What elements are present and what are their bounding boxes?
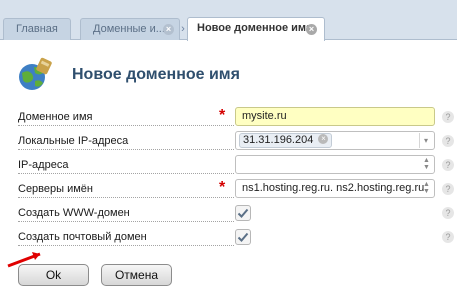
create-www-checkbox[interactable] xyxy=(235,205,251,221)
nameservers-input[interactable]: ns1.hosting.reg.ru. ns2.hosting.reg.ru. … xyxy=(235,179,435,198)
tab-label: Доменные и... xyxy=(93,23,165,35)
check-icon xyxy=(237,232,249,242)
help-icon[interactable]: ? xyxy=(442,231,454,243)
ips-row: IP-адреса ▲ ▼ ? xyxy=(0,154,457,178)
help-icon[interactable]: ? xyxy=(442,159,454,171)
ips-input[interactable]: ▲ ▼ xyxy=(235,155,435,174)
domain-input[interactable]: mysite.ru xyxy=(235,107,435,126)
domain-label: Доменное имя xyxy=(18,110,234,126)
tab-label: Новое доменное имя xyxy=(197,22,313,34)
close-icon[interactable]: × xyxy=(306,24,317,35)
tab-new-domain[interactable]: Новое доменное имя × xyxy=(187,17,325,41)
nameservers-row: Серверы имён * ns1.hosting.reg.ru. ns2.h… xyxy=(0,178,457,202)
tab-bar: Главная Доменные и... × › Новое доменное… xyxy=(0,0,457,41)
chevron-down-icon[interactable]: ▾ xyxy=(419,133,432,148)
domain-row: Доменное имя * mysite.ru ? xyxy=(0,106,457,130)
close-icon[interactable]: × xyxy=(163,24,174,35)
tab-domains[interactable]: Доменные и... × xyxy=(80,18,180,40)
required-marker: * xyxy=(219,179,226,196)
ip-chip-label: 31.31.196.204 xyxy=(243,134,314,146)
check-icon xyxy=(237,208,249,218)
globe-icon xyxy=(19,57,52,90)
resize-icon[interactable]: ▲ ▼ xyxy=(421,181,432,196)
create-www-label: Создать WWW-домен xyxy=(18,206,234,222)
resize-icon[interactable]: ▲ ▼ xyxy=(421,157,432,172)
create-mail-checkbox[interactable] xyxy=(235,229,251,245)
create-www-row: Создать WWW-домен ? xyxy=(0,202,457,226)
ip-chip: 31.31.196.204 × xyxy=(239,133,333,148)
pointer-arrow-annotation xyxy=(7,252,41,268)
tab-home[interactable]: Главная xyxy=(3,18,71,40)
help-icon[interactable]: ? xyxy=(442,183,454,195)
local-ips-select[interactable]: 31.31.196.204 × ▾ xyxy=(235,131,435,150)
local-ips-row: Локальные IP-адреса 31.31.196.204 × ▾ ? xyxy=(0,130,457,154)
page-title: Новое доменное имя xyxy=(72,66,240,83)
help-icon[interactable]: ? xyxy=(442,135,454,147)
nameservers-value: ns1.hosting.reg.ru. ns2.hosting.reg.ru. xyxy=(242,182,428,194)
help-icon[interactable]: ? xyxy=(442,111,454,123)
required-marker: * xyxy=(219,107,226,124)
local-ips-label: Локальные IP-адреса xyxy=(18,134,234,150)
tab-label: Главная xyxy=(16,23,58,35)
create-mail-row: Создать почтовый домен ? xyxy=(0,226,457,250)
nameservers-label: Серверы имён xyxy=(18,182,234,198)
cancel-button[interactable]: Отмена xyxy=(101,264,172,286)
help-icon[interactable]: ? xyxy=(442,207,454,219)
ips-label: IP-адреса xyxy=(18,158,234,174)
close-icon[interactable]: × xyxy=(318,134,329,145)
